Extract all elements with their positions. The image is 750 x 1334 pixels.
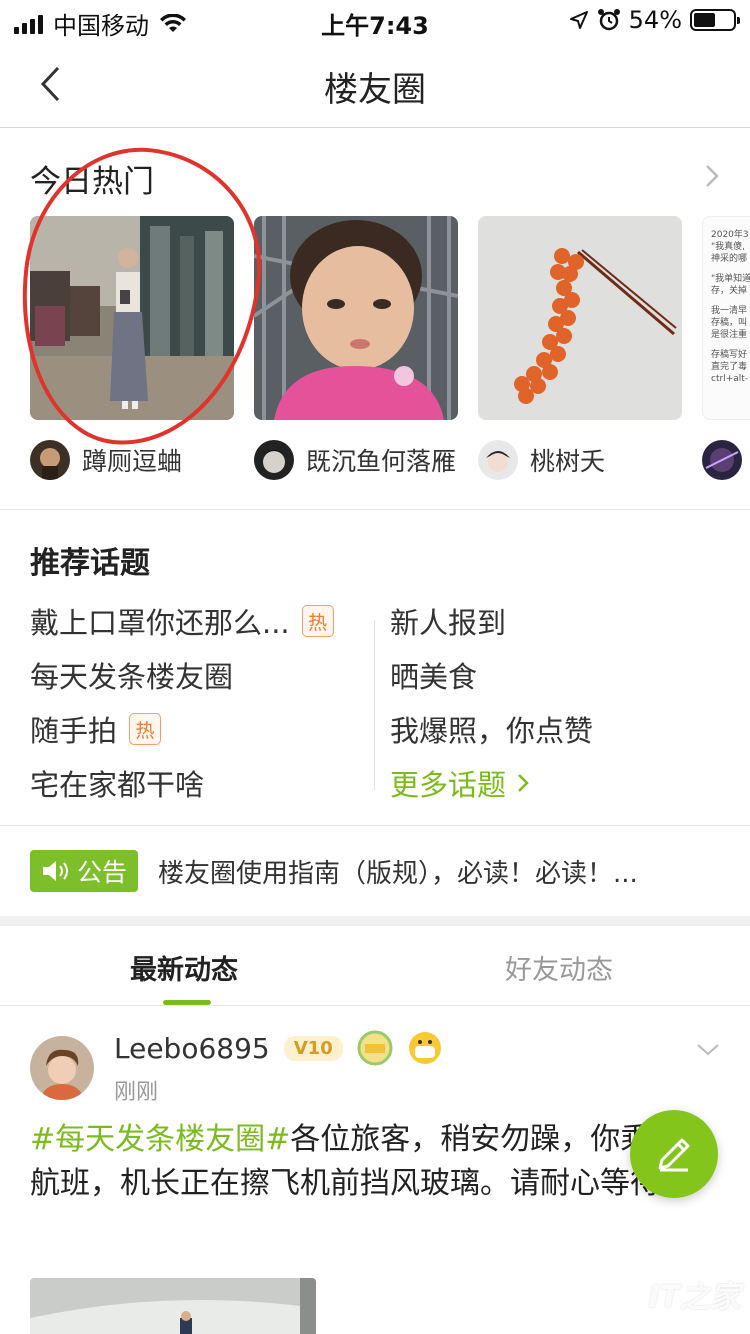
nav-bar: 楼友圈: [0, 42, 750, 128]
page-title: 楼友圈: [324, 70, 426, 110]
more-topics-link[interactable]: 更多话题: [390, 762, 530, 804]
speaker-icon: [42, 861, 68, 881]
post-username[interactable]: Leebo6895: [114, 1032, 270, 1065]
battery-percent: 54%: [628, 6, 682, 34]
note-line: "我单知道: [711, 274, 750, 284]
pencil-icon: [658, 1138, 690, 1172]
hot-card-3[interactable]: [478, 216, 682, 420]
mask-emoji-icon: [408, 1032, 441, 1064]
battery-fill: [694, 13, 715, 27]
hot-image-2: [254, 216, 458, 420]
avatar: [30, 440, 70, 480]
note-line: 我一清早: [711, 306, 748, 316]
topic-item[interactable]: 随手拍 热: [30, 708, 162, 750]
topics-title: 推荐话题: [30, 546, 150, 581]
hot-user-2[interactable]: 既沉鱼何落雁: [254, 440, 456, 480]
alarm-icon: [597, 9, 620, 31]
topic-label: 晒美食: [390, 660, 478, 694]
note-line: "我真傻,: [711, 242, 746, 252]
status-bar: 中国移动 上午7:43 54%: [0, 0, 750, 42]
avatar: [702, 440, 742, 480]
post-content: #每天发条楼友圈#各位旅客，稍安勿躁，你乘坐的航班，机长正在擦飞机前挡风玻璃。请…: [30, 1118, 720, 1206]
post-user-row: Leebo6895 V10: [114, 1030, 443, 1066]
topic-item[interactable]: 我爆照，你点赞: [390, 708, 593, 750]
avatar: [254, 440, 294, 480]
hot-user-3[interactable]: 桃树夭: [478, 440, 605, 480]
note-line: ctrl+alt-: [711, 374, 749, 384]
topic-label: 新人报到: [390, 606, 507, 640]
section-divider: [0, 916, 750, 926]
hot-user-name: 桃树夭: [530, 447, 606, 476]
tab-friends[interactable]: 好友动态: [505, 948, 613, 987]
hot-card-2[interactable]: [254, 216, 458, 420]
chevron-right-icon: [518, 774, 529, 792]
hot-badge: 热: [129, 713, 162, 745]
more-topics-label: 更多话题: [390, 768, 507, 802]
feed-tabs: 最新动态 好友动态: [0, 926, 750, 1006]
hot-card-4[interactable]: 2020年3 "我真傻, 神采的哪 "我单知道存，关掉我一清早存稿，叫是很注重存稿写好…: [702, 216, 750, 420]
note-line: 存，关掉: [711, 286, 748, 296]
announcement-text: 楼友圈使用指南（版规），必读！必读！...: [158, 859, 638, 889]
tab-latest[interactable]: 最新动态: [130, 948, 238, 987]
chevron-right-icon[interactable]: [702, 162, 722, 190]
topic-divider: [374, 620, 375, 790]
note-line: 存稿，叫: [711, 318, 748, 328]
hot-user-4[interactable]: [702, 440, 742, 480]
battery-icon: [690, 9, 740, 31]
topic-item[interactable]: 新人报到: [390, 600, 506, 642]
post-image[interactable]: [30, 1278, 316, 1334]
active-tab-indicator: [163, 1000, 211, 1005]
watermark: IT之家: [648, 1280, 740, 1315]
topic-label: 我爆照，你点赞: [390, 714, 594, 748]
location-arrow-icon: [569, 11, 588, 29]
note-line: 存稿写好: [711, 350, 748, 360]
topic-label: 每天发条楼友圈: [30, 660, 234, 694]
note-line: 2020年3: [711, 230, 749, 240]
topic-item[interactable]: 晒美食: [390, 654, 477, 696]
announcement-label: 公告: [76, 858, 127, 887]
note-line: 是很注重: [711, 330, 748, 340]
compose-button[interactable]: [630, 1110, 718, 1198]
note-card-text: 2020年3 "我真傻, 神采的哪 "我单知道存，关掉我一清早存稿，叫是很注重存稿写好…: [703, 217, 750, 385]
status-right: 54%: [569, 6, 740, 34]
topic-item[interactable]: 每天发条楼友圈: [30, 654, 233, 696]
chevron-down-icon[interactable]: [696, 1042, 720, 1058]
post-time: 刚刚: [114, 1080, 159, 1105]
hot-user-name: 蹲厕逗蛐: [82, 447, 183, 476]
announcement-badge: 公告: [30, 850, 138, 892]
topic-label: 宅在家都干啥: [30, 768, 205, 802]
topic-label: 随手拍: [30, 714, 118, 748]
medal-icon: [357, 1030, 393, 1066]
topic-item[interactable]: 宅在家都干啥: [30, 762, 204, 804]
vip-badge: V10: [283, 1035, 343, 1061]
avatar[interactable]: [30, 1036, 94, 1100]
note-line: 神采的哪: [711, 254, 748, 264]
post-topic-tag[interactable]: #每天发条楼友圈#: [30, 1122, 290, 1157]
hot-image-3: [478, 216, 682, 420]
hot-user-name: 既沉鱼何落雁: [306, 447, 457, 476]
recommended-topics: 推荐话题 戴上口罩你还那么... 热 每天发条楼友圈 随手拍 热 宅在家都干啥 …: [0, 510, 750, 826]
topic-label: 戴上口罩你还那么...: [30, 606, 290, 640]
note-line: 直完了毒: [711, 362, 748, 372]
avatar: [478, 440, 518, 480]
topic-item[interactable]: 戴上口罩你还那么... 热: [30, 600, 334, 642]
announcement-bar[interactable]: 公告 楼友圈使用指南（版规），必读！必读！...: [0, 826, 750, 916]
hot-badge: 热: [301, 605, 334, 637]
hot-user-1[interactable]: 蹲厕逗蛐: [30, 440, 182, 480]
